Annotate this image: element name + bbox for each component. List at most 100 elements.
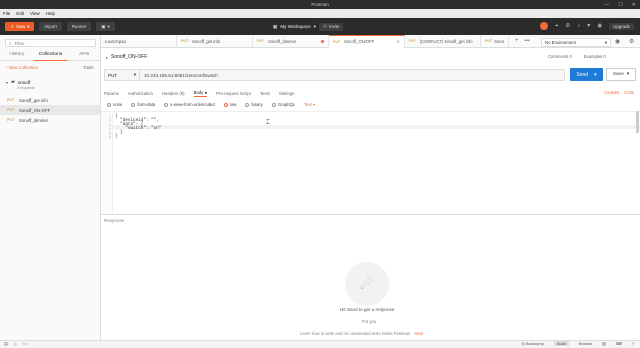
scrollbar[interactable]	[636, 111, 639, 133]
satellite-icon[interactable]: ⌖	[555, 23, 558, 30]
for-you-label: For you	[362, 319, 377, 324]
bootcamp-icon: ◎	[521, 341, 525, 346]
console-icon[interactable]: ▭	[23, 341, 27, 347]
bootcamp-link[interactable]: ◎ Bootcamp	[521, 341, 544, 346]
status-left: ▤ ⌕ ▭	[4, 341, 27, 347]
method-select[interactable]: PUT ▾	[104, 69, 140, 81]
send-button[interactable]: Send ▾	[570, 68, 603, 81]
collection-count: 3 requests	[17, 86, 35, 90]
eye-icon[interactable]: ◉	[615, 38, 620, 45]
search-icon[interactable]: ⌕	[14, 342, 17, 347]
astronaut-illustration-icon: ☄	[345, 262, 389, 306]
upgrade-button[interactable]: Upgrade	[609, 22, 634, 30]
sidebar-request-selected[interactable]: PUT Sonoff_ON-OFF	[0, 105, 100, 115]
settings-icon[interactable]: ⚙	[565, 23, 570, 29]
sidebar-toggle-icon[interactable]: ▤	[4, 341, 8, 347]
cookies-link[interactable]: Cookies	[604, 90, 619, 95]
unsaved-dot	[321, 39, 324, 43]
body-type-urlencoded[interactable]: x-www-form-urlencoded	[164, 102, 215, 107]
tab-settings[interactable]: Settings	[279, 91, 295, 96]
url-input[interactable]: 10.243.156.61:8081/zeroconf/switch	[140, 69, 565, 81]
browse-toggle[interactable]: Browse	[579, 341, 592, 346]
body-format-select[interactable]: Text ▾	[304, 102, 315, 107]
sidebar-request[interactable]: PUT Sonoff_dimmer	[0, 115, 100, 125]
help-icon[interactable]: ?	[632, 341, 634, 346]
request-meta: Comments 0 Examples 0	[548, 54, 606, 59]
import-button[interactable]: Import	[39, 22, 62, 31]
examples-link[interactable]: Examples 0	[584, 54, 606, 59]
collection-item[interactable]: ▾ ▰ sonoff	[6, 79, 30, 85]
chevron-right-icon[interactable]: ▸	[106, 55, 108, 60]
tab-authorization[interactable]: Authorization	[128, 91, 153, 96]
tab-launchpad[interactable]: Launchpad	[101, 34, 177, 48]
workspace-switcher[interactable]: ▦ My Workspace ▾ ⚇ Invite	[273, 22, 344, 31]
tab-collections[interactable]: Collections	[33, 50, 68, 61]
close-icon[interactable]: ✕	[396, 39, 400, 44]
settings-icon[interactable]: ⚙	[629, 38, 634, 45]
filter-input[interactable]: ⌕ Filter	[5, 39, 96, 47]
body-type-none[interactable]: none	[107, 102, 122, 107]
tab-request[interactable]: PUT Sonoff_get info	[177, 34, 253, 48]
tab-request-active[interactable]: PUT Sonoff_ON/OFF ✕	[329, 34, 405, 48]
runner-button[interactable]: Runner	[66, 22, 92, 31]
tab-request[interactable]: PUT [CONFLICT] Sonoff_get info	[405, 34, 481, 48]
maximize-button[interactable]: ☐	[618, 2, 622, 8]
invite-button[interactable]: ⚇ Invite	[318, 22, 344, 31]
new-window-button[interactable]: ▣ ▾	[96, 22, 115, 31]
more-icon[interactable]: •••	[525, 38, 530, 44]
menu-file[interactable]: File	[3, 11, 10, 16]
chevron-down-icon: ▾	[6, 79, 9, 85]
tab-history[interactable]: History	[0, 50, 34, 61]
tab-tests[interactable]: Tests	[260, 91, 270, 96]
trash-link[interactable]: Trash	[83, 65, 94, 70]
sidebar: ⌕ Filter History Collections APIs + New …	[0, 35, 101, 340]
chevron-down-icon: ▾	[133, 72, 136, 77]
tab-params[interactable]: Params	[104, 91, 119, 96]
keyboard-icon[interactable]: ⌨	[616, 341, 622, 346]
avatar-icon[interactable]: ◉	[597, 23, 602, 29]
plus-icon[interactable]: +	[515, 38, 519, 44]
search-icon: ⌕	[9, 40, 12, 46]
menu-help[interactable]: Help	[46, 11, 55, 16]
body-type-form-data[interactable]: form-data	[131, 102, 155, 107]
active-line-highlight	[113, 125, 640, 129]
tab-request[interactable]: PUT Sonoff_dimmer	[253, 34, 329, 48]
tab-pre-request-script[interactable]: Pre-request Script	[216, 91, 251, 96]
save-button[interactable]: Save ▾	[606, 68, 636, 81]
line-gutter: 1 2 3 4 5 6	[101, 112, 113, 215]
minimize-button[interactable]: —	[604, 2, 609, 8]
close-button[interactable]: ✕	[632, 2, 636, 8]
menu-edit[interactable]: Edit	[16, 11, 24, 16]
bell-icon[interactable]: ♪	[577, 23, 580, 29]
comments-link[interactable]: Comments 0	[548, 54, 572, 59]
body-type-raw[interactable]: raw	[223, 102, 236, 107]
heart-icon[interactable]: ♥	[587, 23, 590, 29]
new-collection-button[interactable]: + New Collection	[5, 65, 38, 70]
mouse-cursor-icon: ⌶	[266, 120, 270, 126]
tab-body[interactable]: Body ●	[193, 90, 208, 97]
start-link[interactable]: Start	[414, 331, 423, 336]
chevron-down-icon: ▾	[107, 23, 110, 29]
tab-headers[interactable]: Headers (8)	[162, 91, 185, 96]
sidebar-request[interactable]: PUT Sonoff_get info	[0, 95, 100, 105]
tab-apis[interactable]: APIs	[67, 50, 101, 61]
sync-icon[interactable]	[540, 22, 549, 30]
body-type-graphql[interactable]: GraphQL	[271, 102, 295, 107]
body-editor[interactable]: 1 2 3 4 5 6 { "deviceid": "", "data": { …	[101, 111, 640, 215]
title-bar: Postman — ☐ ✕	[0, 0, 640, 9]
sidebar-tabs: History Collections APIs	[0, 50, 101, 61]
tab-request[interactable]: PUTSonoff_get info 2	[481, 34, 509, 48]
build-toggle[interactable]: Build	[553, 341, 569, 346]
layout-icon[interactable]: ▥	[602, 341, 606, 346]
environment-select[interactable]: No Environment ▾	[541, 38, 611, 47]
menu-view[interactable]: View	[30, 11, 40, 16]
window-icon: ▣	[101, 23, 106, 29]
request-title: ▸ Sonoff_ON-OFF	[106, 54, 148, 60]
folder-icon: ▰	[11, 79, 15, 85]
chevron-down-icon: ▾	[27, 23, 30, 29]
body-type-binary[interactable]: binary	[245, 102, 263, 107]
plus-icon: ＋	[10, 23, 15, 29]
window-title: Postman	[311, 2, 329, 7]
code-link[interactable]: Code	[624, 90, 634, 95]
new-button[interactable]: ＋ New ▾	[5, 22, 35, 31]
